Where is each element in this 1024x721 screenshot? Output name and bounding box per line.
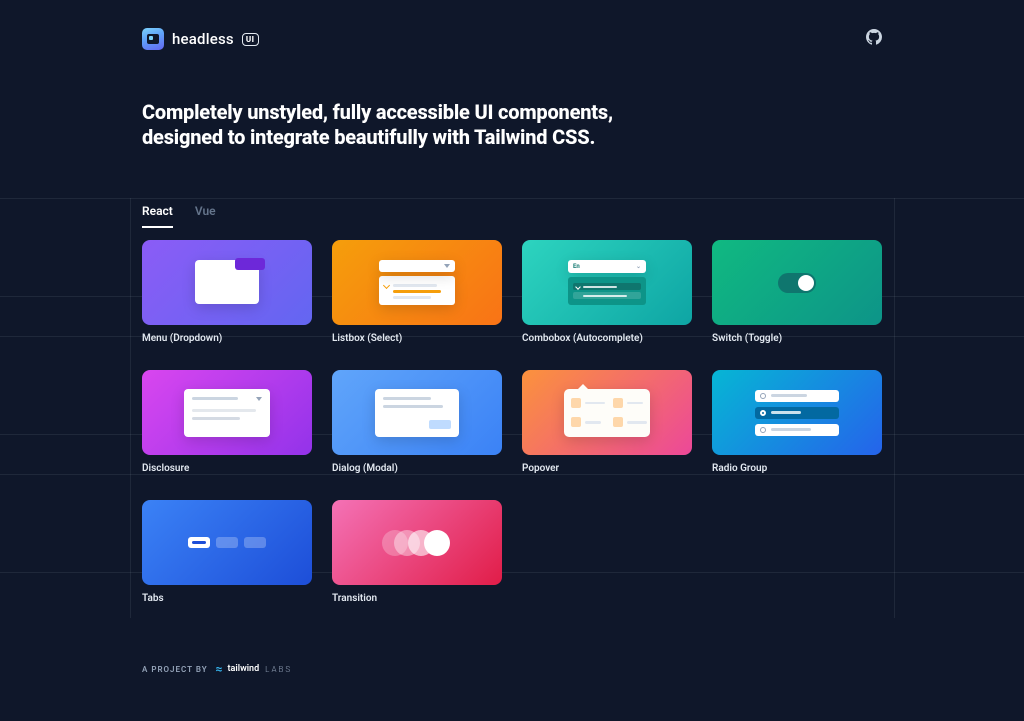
card-combobox-label: Combobox (Autocomplete) [522, 333, 692, 344]
card-popover-label: Popover [522, 463, 692, 474]
logo-badge: UI [242, 33, 259, 46]
card-radio-label: Radio Group [712, 463, 882, 474]
card-listbox[interactable]: Listbox (Select) [332, 240, 502, 356]
github-link[interactable] [866, 29, 882, 49]
tailwind-mark-icon: ≈ [216, 662, 224, 676]
card-radio-art [712, 370, 882, 455]
footer-prefix: A PROJECT BY [142, 665, 208, 674]
card-disclosure[interactable]: Disclosure [142, 370, 312, 486]
github-icon [866, 30, 882, 49]
card-switch-label: Switch (Toggle) [712, 333, 882, 344]
component-grid: Menu (Dropdown) Listbox (Select) [142, 240, 882, 616]
card-switch[interactable]: Switch (Toggle) [712, 240, 882, 356]
card-transition-label: Transition [332, 593, 502, 604]
footer: A PROJECT BY ≈ tailwind LABS [142, 662, 882, 676]
card-transition-art [332, 500, 502, 585]
header: headless UI [142, 28, 882, 50]
framework-tabs: React Vue [142, 204, 882, 228]
card-combobox[interactable]: En⌄ Combobox (Autocomplete) [522, 240, 692, 356]
card-listbox-art [332, 240, 502, 325]
footer-suffix: LABS [265, 665, 292, 674]
card-menu[interactable]: Menu (Dropdown) [142, 240, 312, 356]
hero-heading: Completely unstyled, fully accessible UI… [142, 100, 662, 150]
card-menu-art [142, 240, 312, 325]
hero-line-2: designed to integrate beautifully with T… [142, 125, 595, 149]
card-tabs-art [142, 500, 312, 585]
card-listbox-label: Listbox (Select) [332, 333, 502, 344]
hero-line-1: Completely unstyled, fully accessible UI… [142, 100, 613, 124]
logo-mark-icon [142, 28, 164, 50]
card-combobox-art: En⌄ [522, 240, 692, 325]
card-disclosure-label: Disclosure [142, 463, 312, 474]
card-transition[interactable]: Transition [332, 500, 502, 616]
card-dialog-label: Dialog (Modal) [332, 463, 502, 474]
card-popover[interactable]: Popover [522, 370, 692, 486]
footer-brand: tailwind [228, 664, 260, 674]
card-radio[interactable]: Radio Group [712, 370, 882, 486]
card-disclosure-art [142, 370, 312, 455]
tab-vue[interactable]: Vue [195, 204, 216, 228]
card-dialog-art [332, 370, 502, 455]
logo[interactable]: headless UI [142, 28, 259, 50]
tab-react[interactable]: React [142, 204, 173, 228]
card-dialog[interactable]: Dialog (Modal) [332, 370, 502, 486]
combobox-sample-text: En [573, 263, 580, 270]
tailwind-labs-link[interactable]: ≈ tailwind LABS [216, 662, 292, 676]
card-tabs-label: Tabs [142, 593, 312, 604]
logo-text: headless [172, 30, 234, 48]
card-tabs[interactable]: Tabs [142, 500, 312, 616]
card-menu-label: Menu (Dropdown) [142, 333, 312, 344]
card-popover-art [522, 370, 692, 455]
card-switch-art [712, 240, 882, 325]
